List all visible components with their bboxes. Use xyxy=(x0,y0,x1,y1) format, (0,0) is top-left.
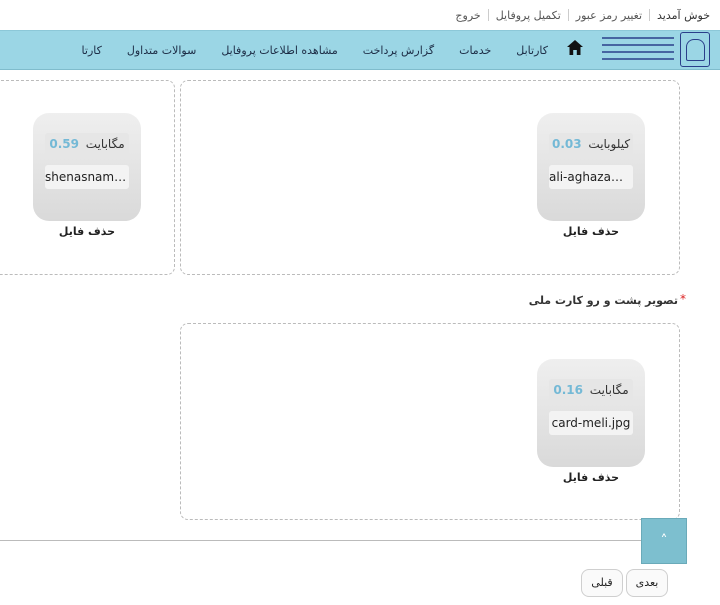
next-button[interactable]: بعدی xyxy=(626,569,668,597)
separator xyxy=(567,9,569,21)
nav-item-kartabl[interactable]: کارتابل xyxy=(516,44,548,57)
file-preview-card: مگابایت 0.16 card-meli.jpg xyxy=(537,359,645,467)
organization-logo[interactable] xyxy=(600,32,710,68)
main-nav: کارتابل خدمات گزارش پرداخت مشاهده اطلاعا… xyxy=(0,30,720,70)
file-size: مگابایت 0.59 xyxy=(45,133,129,155)
logout-link[interactable]: خروج xyxy=(448,9,487,22)
top-bar: خوش آمدید تغییر رمز عبور تکمیل پروفایل خ… xyxy=(0,0,720,30)
file-name: shenasname.jpg xyxy=(45,165,129,189)
file-name: card-meli.jpg xyxy=(549,411,633,435)
nav-menu: کارتابل خدمات گزارش پرداخت مشاهده اطلاعا… xyxy=(57,31,590,69)
complete-profile-link[interactable]: تکمیل پروفایل xyxy=(489,9,568,22)
separator xyxy=(649,9,651,21)
logo-seal-icon xyxy=(680,32,710,67)
nav-item-cards[interactable]: کارتا xyxy=(82,44,102,57)
separator xyxy=(487,9,489,21)
scroll-to-top-button[interactable]: ˄ xyxy=(641,518,687,564)
file-preview-card: کیلوبایت 0.03 ali-aghazamani.jpg xyxy=(537,113,645,221)
file-size: مگابایت 0.16 xyxy=(549,379,633,401)
remove-file-link[interactable]: حذف فایل xyxy=(33,225,141,238)
file-size: کیلوبایت 0.03 xyxy=(549,133,633,155)
previous-button[interactable]: قبلی xyxy=(581,569,623,597)
nav-item-faq[interactable]: سوالات متداول xyxy=(127,44,196,57)
file-name: ali-aghazamani.jpg xyxy=(549,165,633,189)
national-card-label: تصویر پشت و رو کارت ملی xyxy=(528,294,678,307)
remove-file-link[interactable]: حذف فایل xyxy=(537,225,645,238)
nav-item-payment-report[interactable]: گزارش پرداخت xyxy=(363,44,434,57)
welcome-text: خوش آمدید xyxy=(657,8,710,22)
nav-item-services[interactable]: خدمات xyxy=(459,44,491,57)
home-icon[interactable] xyxy=(560,40,590,60)
nav-item-view-profile[interactable]: مشاهده اطلاعات پروفایل xyxy=(221,44,337,57)
remove-file-link[interactable]: حذف فایل xyxy=(537,471,645,484)
change-password-link[interactable]: تغییر رمز عبور xyxy=(569,9,649,22)
divider xyxy=(0,540,686,541)
file-preview-card: مگابایت 0.59 shenasname.jpg xyxy=(33,113,141,221)
